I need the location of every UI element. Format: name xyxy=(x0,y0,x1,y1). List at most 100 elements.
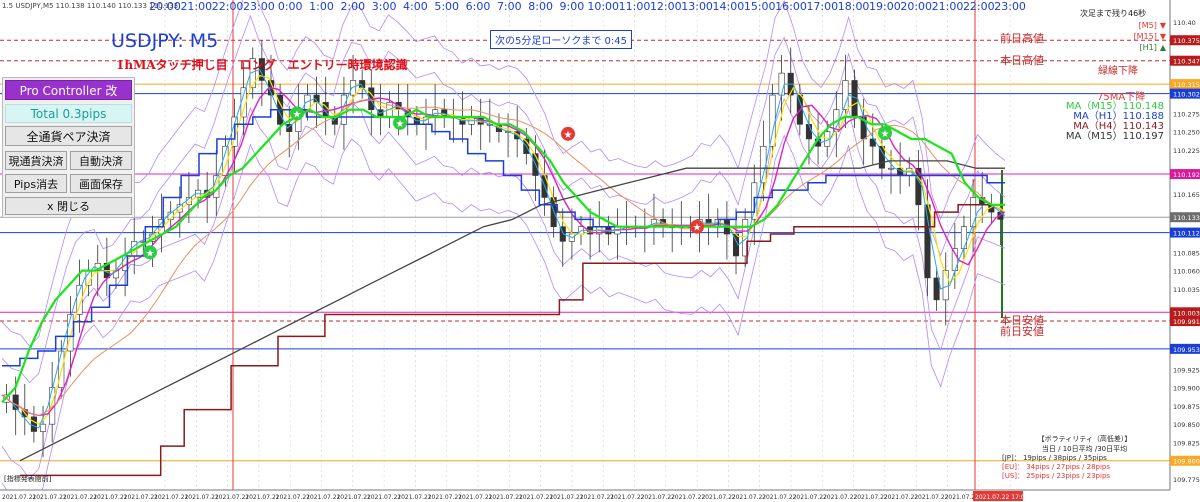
candle-body xyxy=(942,270,949,301)
x-time-label: 21:00 xyxy=(180,0,212,13)
x-time-label: 14:00 xyxy=(713,0,745,13)
x-date-label: 2021.07.21 xyxy=(549,494,584,501)
volatility-row-eu: [EU]： 34pips / 27pips / 28pips xyxy=(1002,463,1111,471)
y-tick-label: 109.875 xyxy=(1173,403,1200,411)
x-date-label: 2021.07.22 xyxy=(823,494,858,501)
x-date-label: 2021.07.21 xyxy=(428,494,463,501)
mtf-row: [M15] ▼ xyxy=(1120,31,1166,42)
x-date-label: 2021.07.22 xyxy=(671,494,706,501)
x-date-label: 2021.07.22 xyxy=(793,494,828,501)
y-tick-label: 110.250 xyxy=(1173,129,1200,137)
x-date-label: 2021.07.21 xyxy=(276,494,311,501)
y-tick-label: 109.850 xyxy=(1173,421,1200,429)
price-tag-label: 110.192 xyxy=(1173,171,1200,179)
x-date-label: 2021.07.22 xyxy=(853,494,888,501)
candle-body xyxy=(805,124,812,140)
signal-star-icon: ★ xyxy=(290,106,304,121)
x-time-label: 1:00 xyxy=(309,0,334,13)
x-date-label: 2021.07.21 xyxy=(93,494,128,501)
close-current-pair-button[interactable]: 現通貨決済 xyxy=(5,151,67,170)
x-date-label: 2021.07.21 xyxy=(32,494,67,501)
x-time-label: 11:00 xyxy=(619,0,651,13)
x-date-label: 2021.07.22 xyxy=(732,494,767,501)
signal-star-icon: ★ xyxy=(878,126,892,141)
mtf-panel: [M5] ▼ [M15] ▼ [H1] ▲ xyxy=(1120,20,1166,53)
x-time-label: 22:00 xyxy=(212,0,244,13)
x-date-label: 2021.07.21 xyxy=(367,494,402,501)
x-time-label: 17:00 xyxy=(806,0,838,13)
x-time-label: 2:00 xyxy=(340,0,365,13)
svg-text:★: ★ xyxy=(564,130,573,141)
strategy-note: 1hMAタッチ押し目 ロング エントリー時環境認識 xyxy=(116,58,408,72)
x-time-label: 10:00 xyxy=(587,0,619,13)
candle-body xyxy=(960,226,968,249)
x-time-label: 0:00 xyxy=(278,0,303,13)
x-date-label: 2021.07.22 xyxy=(762,494,797,501)
candlestick-chart: ★ ★ ★ ★ ★ ★ 110.40 110.275 110.250 110.225 110.16… xyxy=(0,0,1200,502)
auto-close-button[interactable]: 自動決済 xyxy=(70,151,132,170)
svg-text:★: ★ xyxy=(881,129,890,140)
ma-legend-item: MA（M15）110.197 xyxy=(1065,131,1164,142)
today-high-label: 本日高値 xyxy=(1000,54,1044,67)
price-tag-label: 110.347 xyxy=(1173,58,1200,66)
x-time-label: 15:00 xyxy=(744,0,776,13)
pips-clear-button[interactable]: Pips消去 xyxy=(5,174,67,193)
candle-body xyxy=(933,277,940,301)
x-date-label: 2021.07.21 xyxy=(124,494,159,501)
volatility-row-jp: [JP]： 19pips / 38pips / 35pips xyxy=(1002,454,1107,462)
prev-high-label: 前日高値 xyxy=(1000,32,1044,45)
pro-controller-title[interactable]: Pro Controller 改 xyxy=(5,80,132,100)
green-line-down-label: 緑線下降 xyxy=(1098,66,1138,77)
x-time-label: 22:00 xyxy=(963,0,995,13)
x-date-label: 2021.07.21 xyxy=(458,494,493,501)
close-all-pairs-button[interactable]: 全通貨ペア決済 xyxy=(5,126,132,146)
y-tick-label: 110.40 xyxy=(1173,19,1196,27)
x-date-label: 2021.07.21 xyxy=(245,494,280,501)
volatility-title: 【ボラティリティ（高低差）】 xyxy=(1037,435,1132,443)
symbol-title: USDJPY: M5 xyxy=(111,30,219,52)
x-date-label: 2021.07.22 xyxy=(701,494,736,501)
svg-text:★: ★ xyxy=(293,109,302,120)
mtf-row: [M5] ▼ xyxy=(1120,20,1166,31)
candle-body xyxy=(760,145,767,184)
close-panel-button[interactable]: x 閉じる xyxy=(5,197,132,215)
x-date-label: 2021.07.22 xyxy=(914,494,949,501)
x-date-label: 2021.07.21 xyxy=(306,494,341,501)
x-time-label: 7:00 xyxy=(497,0,522,13)
y-tick-label: 110.085 xyxy=(1173,249,1200,257)
x-time-label: 4:00 xyxy=(403,0,428,13)
x-date-label: 2021.07.21 xyxy=(489,494,524,501)
save-screen-button[interactable]: 画面保存 xyxy=(70,174,132,193)
prev-low-label: 前日安値 xyxy=(1000,325,1044,338)
x-date-label: 2021.07.22 xyxy=(641,494,676,501)
price-tag-label: 110.375 xyxy=(1173,37,1200,45)
signal-star-icon: ★ xyxy=(393,115,407,130)
ma-legend: MA（M15）110.148 MA（H1）110.188 MA（H4）110.1… xyxy=(1066,102,1164,142)
y-tick-label: 109.900 xyxy=(1173,385,1200,393)
x-time-label: 9:00 xyxy=(560,0,585,13)
x-date-label: 2021.07.21 xyxy=(215,494,250,501)
x-time-label: 16:00 xyxy=(775,0,807,13)
x-time-label: 12:00 xyxy=(650,0,682,13)
pro-controller-panel: Pro Controller 改 Total 0.3pips 全通貨ペア決済 現… xyxy=(2,77,135,218)
y-tick-label: 109.825 xyxy=(1173,439,1200,447)
x-date-label: 2021.07.21 xyxy=(519,494,554,501)
price-tag-label: 109.991 xyxy=(1173,318,1200,326)
up-arrow-icon: ▲ xyxy=(1159,43,1166,52)
x-date-label: 2021.07.21 xyxy=(397,494,432,501)
y-tick-label: 110.275 xyxy=(1173,110,1200,118)
x-date-label: 2021.07.21 xyxy=(2,494,37,501)
x-date-label: 2021.07.21 xyxy=(184,494,219,501)
chart-area: ★ ★ ★ ★ ★ ★ 110.40 110.275 110.250 110.225 110.16… xyxy=(0,0,1200,502)
x-date-label: 2021.07.22 xyxy=(884,494,919,501)
x-time-label: 21:00 xyxy=(932,0,964,13)
candle-body xyxy=(39,423,47,432)
mtf-label: [M5] xyxy=(1138,21,1157,30)
x-date-label: 2021.07.21 xyxy=(63,494,98,501)
volatility-subtitle: 当日 / 10日平均 /30日平均 xyxy=(1041,445,1128,453)
x-time-label: 5:00 xyxy=(434,0,459,13)
footer-note: [指標発表館前] xyxy=(4,475,52,483)
y-tick-label: 109.925 xyxy=(1173,366,1200,374)
x-time-label: 8:00 xyxy=(528,0,553,13)
x-time-label: 13:00 xyxy=(681,0,713,13)
